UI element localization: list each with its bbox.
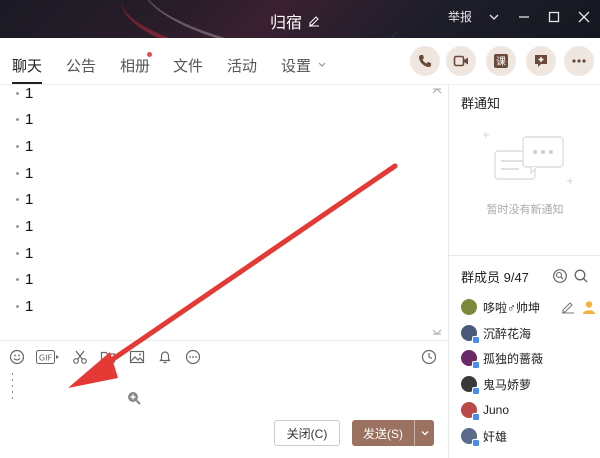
search-icon[interactable] (573, 268, 589, 289)
avatar (461, 402, 480, 421)
avatar (461, 325, 480, 344)
maximize-icon[interactable] (546, 9, 562, 25)
text-caret-marks (12, 373, 15, 403)
scissors-icon[interactable] (71, 348, 89, 366)
avatar (461, 350, 480, 369)
image-icon[interactable] (128, 348, 146, 366)
tab-announcement[interactable]: 公告 (66, 55, 96, 76)
member-item[interactable]: 哆啦♂帅坤 (461, 295, 597, 319)
svg-text:课: 课 (496, 56, 506, 68)
avatar (461, 428, 480, 447)
message-item: 1 (16, 138, 33, 155)
gif-label: GIF (39, 354, 53, 363)
phone-icon (419, 55, 431, 67)
add-app-button[interactable] (526, 46, 556, 76)
bullet-icon (16, 92, 19, 95)
message-input-area[interactable]: GIF 关闭(C) 发送(S) (0, 340, 448, 458)
member-badge-icon (472, 387, 480, 395)
notice-title: 群通知 (461, 96, 501, 111)
chevron-down-icon[interactable] (317, 60, 327, 70)
message-item: 1 (16, 191, 33, 208)
tab-chat[interactable]: 聊天 (12, 55, 43, 84)
tab-files[interactable]: 文件 (173, 55, 203, 76)
video-call-button[interactable] (446, 46, 476, 76)
send-label: 发送(S) (363, 426, 403, 441)
send-options-button[interactable] (414, 420, 434, 446)
member-search-settings-icon[interactable] (552, 268, 568, 289)
gif-icon[interactable]: GIF (36, 348, 60, 366)
chat-message-area[interactable]: 1 1 1 1 1 1 1 1 1 (0, 84, 448, 342)
bullet-icon (16, 278, 19, 281)
empty-notice-illustration (483, 132, 573, 184)
more-icon[interactable] (184, 348, 202, 366)
member-item[interactable]: 沉醉花海 (461, 321, 597, 345)
phone-call-button[interactable] (410, 46, 440, 76)
members-title: 群成员 9/47 (461, 270, 529, 285)
member-badge-icon (472, 361, 480, 369)
message-item: 1 (16, 298, 33, 315)
video-icon (453, 55, 468, 67)
scroll-up-icon[interactable] (432, 87, 442, 95)
minimize-icon[interactable] (516, 9, 532, 25)
new-badge-dot (147, 52, 152, 57)
group-name: 归宿 (270, 15, 303, 32)
message-item: 1 (16, 271, 33, 288)
add-app-icon (535, 55, 547, 67)
more-button[interactable] (564, 46, 594, 76)
pencil-icon[interactable] (308, 15, 320, 27)
bullet-icon (16, 252, 19, 255)
window-title: 归宿 (270, 9, 320, 33)
member-item[interactable]: 鬼马娇萝 (461, 372, 597, 396)
send-button[interactable]: 发送(S) (352, 420, 434, 446)
message-item: 1 (16, 245, 33, 262)
bell-icon[interactable] (156, 348, 174, 366)
notice-empty-text: 暂时没有新通知 (486, 204, 564, 216)
avatar (461, 376, 480, 395)
report-link[interactable]: 举报 (448, 8, 472, 25)
divider (449, 255, 600, 256)
owner-icon (583, 301, 595, 314)
clock-icon[interactable] (420, 348, 438, 366)
bullet-icon (16, 305, 19, 308)
lesson-icon: 课 (494, 54, 508, 68)
close-button[interactable]: 关闭(C) (274, 420, 340, 446)
zoom-in-icon[interactable] (126, 390, 142, 411)
member-item[interactable]: 孤独的蔷薇 (461, 346, 597, 370)
bullet-icon (16, 198, 19, 201)
tab-bar: 聊天 公告 相册 文件 活动 设置 课 (0, 38, 600, 88)
tab-settings[interactable]: 设置 (281, 55, 311, 76)
message-item: 1 (16, 218, 33, 235)
member-badge-icon (472, 439, 480, 447)
chevron-down-icon[interactable] (486, 9, 502, 25)
title-bar: 归宿 举报 (0, 0, 600, 38)
chevron-down-icon (421, 431, 428, 436)
message-item: 1 (16, 165, 33, 182)
member-badge-icon (472, 336, 480, 344)
bullet-icon (16, 172, 19, 175)
right-panel: 群通知 暂时没有新通知 群成员 9/47 哆啦♂帅坤 沉醉花海 孤独的蔷薇 鬼马… (448, 84, 600, 458)
pencil-icon[interactable] (561, 300, 575, 314)
folder-icon[interactable] (99, 348, 117, 366)
bullet-icon (16, 118, 19, 121)
more-icon (572, 59, 586, 63)
close-icon[interactable] (576, 9, 592, 25)
member-item[interactable]: 奸雄 (461, 424, 597, 448)
avatar (461, 299, 477, 315)
member-badge-icon (472, 413, 480, 421)
window-controls: 举报 (448, 8, 592, 25)
emoji-icon[interactable] (8, 348, 26, 366)
member-item[interactable]: Juno (461, 398, 597, 422)
scroll-down-icon[interactable] (432, 328, 442, 336)
lesson-button[interactable]: 课 (486, 46, 516, 76)
tab-album[interactable]: 相册 (120, 55, 150, 76)
message-item: 1 (16, 85, 33, 102)
tab-activity[interactable]: 活动 (227, 55, 257, 76)
message-item: 1 (16, 111, 33, 128)
bullet-icon (16, 225, 19, 228)
bullet-icon (16, 145, 19, 148)
